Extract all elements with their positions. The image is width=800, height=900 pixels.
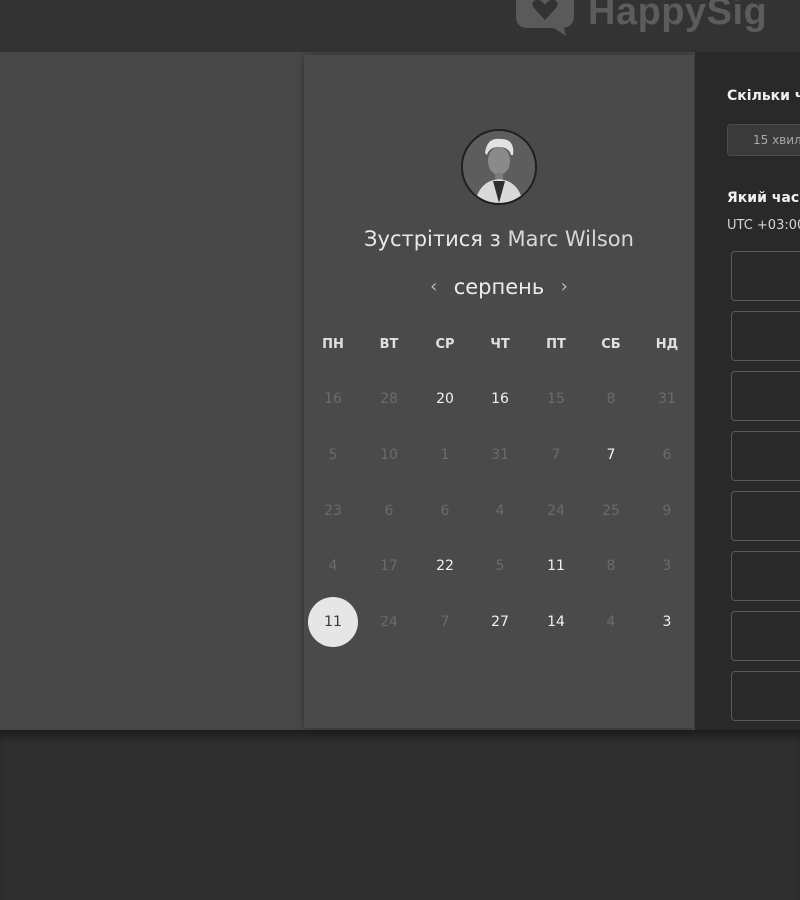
- meeting-title: Зустрітися з Marc Wilson: [304, 227, 694, 251]
- month-label: серпень: [453, 275, 545, 299]
- calendar-day: 16: [324, 391, 342, 407]
- time-slot-button[interactable]: [731, 671, 800, 721]
- weekday-label: СБ: [601, 337, 621, 352]
- calendar-day[interactable]: 27: [475, 597, 525, 647]
- time-slot-button[interactable]: [731, 491, 800, 541]
- time-slot-button[interactable]: [731, 311, 800, 361]
- duration-button[interactable]: 15 хвили: [727, 124, 800, 156]
- calendar-day[interactable]: 20: [420, 374, 470, 424]
- duration-question: Скільки ч: [727, 88, 800, 104]
- calendar-day: 7: [440, 614, 450, 630]
- brand-name: HappySig: [588, 0, 768, 33]
- weekday-label: ПН: [322, 337, 344, 352]
- calendar-day: 8: [606, 558, 616, 574]
- chevron-left-icon[interactable]: ‹: [426, 275, 442, 299]
- time-slot-button[interactable]: [731, 611, 800, 661]
- calendar-card: Зустрітися з Marc Wilson ‹ серпень › ПН В…: [304, 55, 694, 728]
- calendar-day[interactable]: 3: [642, 597, 692, 647]
- weekday-label: ЧТ: [490, 337, 510, 352]
- calendar-day: 6: [662, 447, 672, 463]
- chevron-right-icon[interactable]: ›: [556, 275, 572, 299]
- time-slot-button[interactable]: [731, 371, 800, 421]
- calendar-day: 10: [380, 447, 398, 463]
- speech-bubble-heart-icon: [508, 0, 578, 38]
- host-avatar: [461, 129, 537, 205]
- calendar-day: 6: [384, 503, 394, 519]
- calendar-day[interactable]: 14: [531, 597, 581, 647]
- meeting-prefix: Зустрітися з: [364, 227, 501, 251]
- calendar-day: 31: [491, 447, 509, 463]
- calendar-day: 23: [324, 503, 342, 519]
- calendar-day: 5: [495, 558, 505, 574]
- time-question: Який час: [727, 190, 800, 206]
- calendar-day: 28: [380, 391, 398, 407]
- calendar-day[interactable]: 7: [586, 430, 636, 480]
- time-slot-button[interactable]: [731, 251, 800, 301]
- calendar-day: 17: [380, 558, 398, 574]
- month-navigation: ‹ серпень ›: [304, 275, 694, 299]
- calendar-day: 8: [606, 391, 616, 407]
- weekday-label: СР: [435, 337, 455, 352]
- calendar-day: 24: [380, 614, 398, 630]
- top-bar: HappySig: [0, 0, 800, 52]
- calendar-day: 3: [662, 558, 672, 574]
- left-backdrop: [0, 52, 304, 730]
- calendar-day: 5: [328, 447, 338, 463]
- calendar-day: 7: [551, 447, 561, 463]
- brand-logo[interactable]: HappySig: [508, 0, 767, 38]
- host-name: Marc Wilson: [507, 227, 634, 251]
- booking-panel: Скільки ч 15 хвили Який час UTC +03:00: [695, 52, 800, 730]
- calendar-day: 4: [606, 614, 616, 630]
- calendar-day: 4: [328, 558, 338, 574]
- weekday-label: ВТ: [379, 337, 399, 352]
- selected-day[interactable]: 11: [308, 597, 358, 647]
- calendar-day: 24: [547, 503, 565, 519]
- timezone-label[interactable]: UTC +03:00: [727, 218, 800, 233]
- calendar-day[interactable]: 16: [475, 374, 525, 424]
- calendar-day[interactable]: 22: [420, 541, 470, 591]
- calendar-day: 9: [662, 503, 672, 519]
- calendar-day: 25: [602, 503, 620, 519]
- weekday-label: НД: [655, 337, 679, 352]
- calendar-day: 15: [547, 391, 565, 407]
- calendar-day: 6: [440, 503, 450, 519]
- calendar-day: 1: [440, 447, 450, 463]
- time-slot-button[interactable]: [731, 551, 800, 601]
- time-slot-button[interactable]: [731, 431, 800, 481]
- weekday-label: ПТ: [546, 337, 566, 352]
- calendar-day: 31: [658, 391, 676, 407]
- bottom-backdrop: [0, 730, 800, 900]
- calendar-day: 4: [495, 503, 505, 519]
- calendar-day[interactable]: 11: [531, 541, 581, 591]
